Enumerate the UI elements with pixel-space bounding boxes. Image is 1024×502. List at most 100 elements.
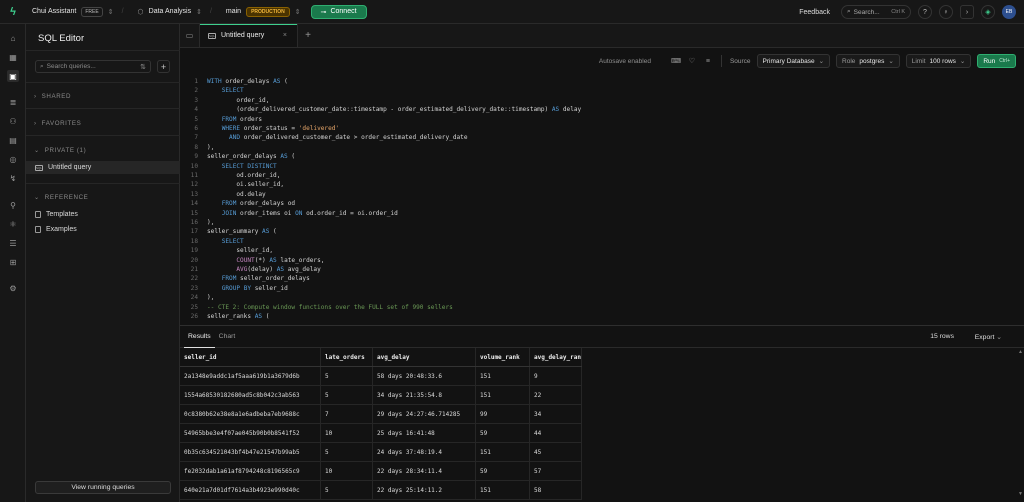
table-cell[interactable]: 59 [476,462,530,480]
integrations-icon[interactable]: ⊞ [7,256,19,268]
table-cell[interactable]: 34 [530,405,582,423]
code-line[interactable]: 4 (order_delivered_customer_date::timest… [180,106,1024,115]
lightbulb-icon[interactable]: ♀ [939,5,953,19]
sidebar-item-untitled-query[interactable]: SQL Untitled query [26,161,180,174]
table-cell[interactable]: 0b35c634521043bf4b47e21547b99ab5 [180,443,321,461]
reports-icon[interactable]: ⚛ [7,218,19,230]
code-line[interactable]: 3 order_id, [180,97,1024,106]
realtime-icon[interactable]: ◎ [7,153,19,165]
table-cell[interactable]: 54965bbe3e4f07ae045b90b0b8541f52 [180,424,321,442]
table-cell[interactable]: 151 [476,443,530,461]
org-switcher[interactable]: Chui Assistant FREE ⇕ [32,6,114,17]
code-line[interactable]: 17 seller_summary AS ( [180,228,1024,237]
code-line[interactable]: 19 seller_id, [180,247,1024,256]
advisors-icon[interactable]: ⚲ [7,199,19,211]
table-row[interactable]: 54965bbe3e4f07ae045b90b0b8541f52 10 25 day… [180,424,582,443]
section-reference[interactable]: ⌄ REFERENCE [34,194,88,201]
connect-button[interactable]: ⊸ Connect [310,4,367,19]
avatar[interactable]: EB [1002,5,1016,19]
column-header[interactable]: late_orders [321,348,373,366]
sidebar-item-examples[interactable]: Examples [26,223,180,236]
sql-editor-icon[interactable]: ▣ [7,70,19,82]
global-search[interactable]: ⌕ Search... Ctrl K [841,5,911,19]
export-button[interactable]: Export ⌄ [975,333,1002,341]
code-line[interactable]: 7 AND order_delivered_customer_date > or… [180,134,1024,143]
table-cell[interactable]: 24 days 37:48:19.4 [373,443,476,461]
limit-select[interactable]: Limit 100 rows ⌄ [905,54,972,68]
code-line[interactable]: 20 COUNT(*) AS late_orders, [180,257,1024,266]
sidebar-item-templates[interactable]: Templates [26,208,180,221]
table-cell[interactable]: 5 [321,367,373,385]
table-cell[interactable]: 5 [321,443,373,461]
tab-chart[interactable]: Chart [215,326,240,348]
table-cell[interactable]: fe2032dab1a61af8794248c8196565c9 [180,462,321,480]
add-tab-button[interactable]: + [298,24,318,47]
scroll-up-icon[interactable]: ▲ [1018,349,1023,355]
table-cell[interactable]: 10 [321,424,373,442]
table-row[interactable]: 640e21a7d01df7614a3b4923e990d40c 5 22 days… [180,481,582,500]
assistant-icon[interactable]: ◈ [981,5,995,19]
table-cell[interactable]: 9 [530,367,582,385]
code-line[interactable]: 5 FROM orders [180,116,1024,125]
filter-icon[interactable]: ⇅ [140,63,146,71]
format-icon[interactable]: ≡ [703,58,713,65]
settings-icon[interactable]: ⚙ [7,282,19,294]
table-row[interactable]: 0b35c634521043bf4b47e21547b99ab5 5 24 days… [180,443,582,462]
project-switcher[interactable]: ⬡ Data Analysis ⇕ [138,8,202,16]
table-cell[interactable]: 640e21a7d01df7614a3b4923e990d40c [180,481,321,499]
close-icon[interactable]: × [283,32,287,39]
table-cell[interactable]: 10 [321,462,373,480]
table-cell[interactable]: 29 days 24:27:46.714285 [373,405,476,423]
table-cell[interactable]: 34 days 21:35:54.8 [373,386,476,404]
table-row[interactable]: fe2032dab1a61af8794248c8196565c9 10 22 day… [180,462,582,481]
feedback-button[interactable]: Feedback [799,9,830,16]
code-line[interactable]: 24), [180,294,1024,303]
table-cell[interactable]: 5 [321,386,373,404]
table-cell[interactable]: 44 [530,424,582,442]
role-select[interactable]: Role postgres ⌄ [836,54,900,68]
run-button[interactable]: Run Ctrl+ [977,54,1016,68]
table-editor-icon[interactable]: ▦ [7,51,19,63]
table-cell[interactable]: 59 [476,424,530,442]
supabase-logo-icon[interactable]: ϟ [0,0,26,24]
code-line[interactable]: 2 SELECT [180,87,1024,96]
table-cell[interactable]: 151 [476,386,530,404]
table-cell[interactable]: 45 [530,443,582,461]
column-header[interactable]: avg_delay [373,348,476,366]
code-line[interactable]: 23 GROUP BY seller_id [180,285,1024,294]
storage-icon[interactable]: ▤ [7,134,19,146]
code-line[interactable]: 18 SELECT [180,238,1024,247]
code-line[interactable]: 16), [180,219,1024,228]
code-line[interactable]: 13 od.delay [180,191,1024,200]
code-line[interactable]: 9 seller_order_delays AS ( [180,153,1024,162]
table-row[interactable]: 0c8380b62e38e8a1e6adbeba7eb9688c 7 29 days… [180,405,582,424]
table-cell[interactable]: 58 days 20:48:33.6 [373,367,476,385]
code-line[interactable]: 15 JOIN order_items oi ON od.order_id = … [180,210,1024,219]
code-line[interactable]: 8), [180,144,1024,153]
home-icon[interactable]: ⌂ [7,32,19,44]
database-icon[interactable]: ≣ [7,96,19,108]
table-cell[interactable]: 5 [321,481,373,499]
search-queries-input[interactable]: ⌕ Search queries... ⇅ [35,60,151,73]
table-cell[interactable]: 2a1348e9addc1af5aaa619b1a3679d6b [180,367,321,385]
code-line[interactable]: 26 seller_ranks AS ( [180,313,1024,322]
tab-untitled-query[interactable]: SQL Untitled query × [200,24,298,47]
table-row[interactable]: 2a1348e9addc1af5aaa619b1a3679d6b 5 58 days… [180,367,582,386]
scroll-down-icon[interactable]: ▼ [1018,491,1023,497]
column-header[interactable]: seller_id [180,348,321,366]
table-cell[interactable]: 7 [321,405,373,423]
column-header[interactable]: volume_rank [476,348,530,366]
keyboard-icon[interactable]: ⌨ [671,57,681,65]
favorite-heart-icon[interactable]: ♡ [687,57,697,65]
code-line[interactable]: 12 oi.seller_id, [180,181,1024,190]
help-icon[interactable]: ? [918,5,932,19]
table-row[interactable]: 1554a68530182680ad5c8b042c3ab563 5 34 days… [180,386,582,405]
source-select[interactable]: Primary Database ⌄ [756,54,831,68]
branch-switcher[interactable]: main PRODUCTION ⇕ [226,6,301,17]
code-line[interactable]: 6 WHERE order_status = 'delivered' [180,125,1024,134]
column-header[interactable]: avg_delay_ran [530,348,582,366]
logs-icon[interactable]: ☰ [7,237,19,249]
section-private[interactable]: ⌄ PRIVATE (1) [34,147,86,154]
table-cell[interactable]: 22 [530,386,582,404]
code-line[interactable]: 1 WITH order_delays AS ( [180,78,1024,87]
